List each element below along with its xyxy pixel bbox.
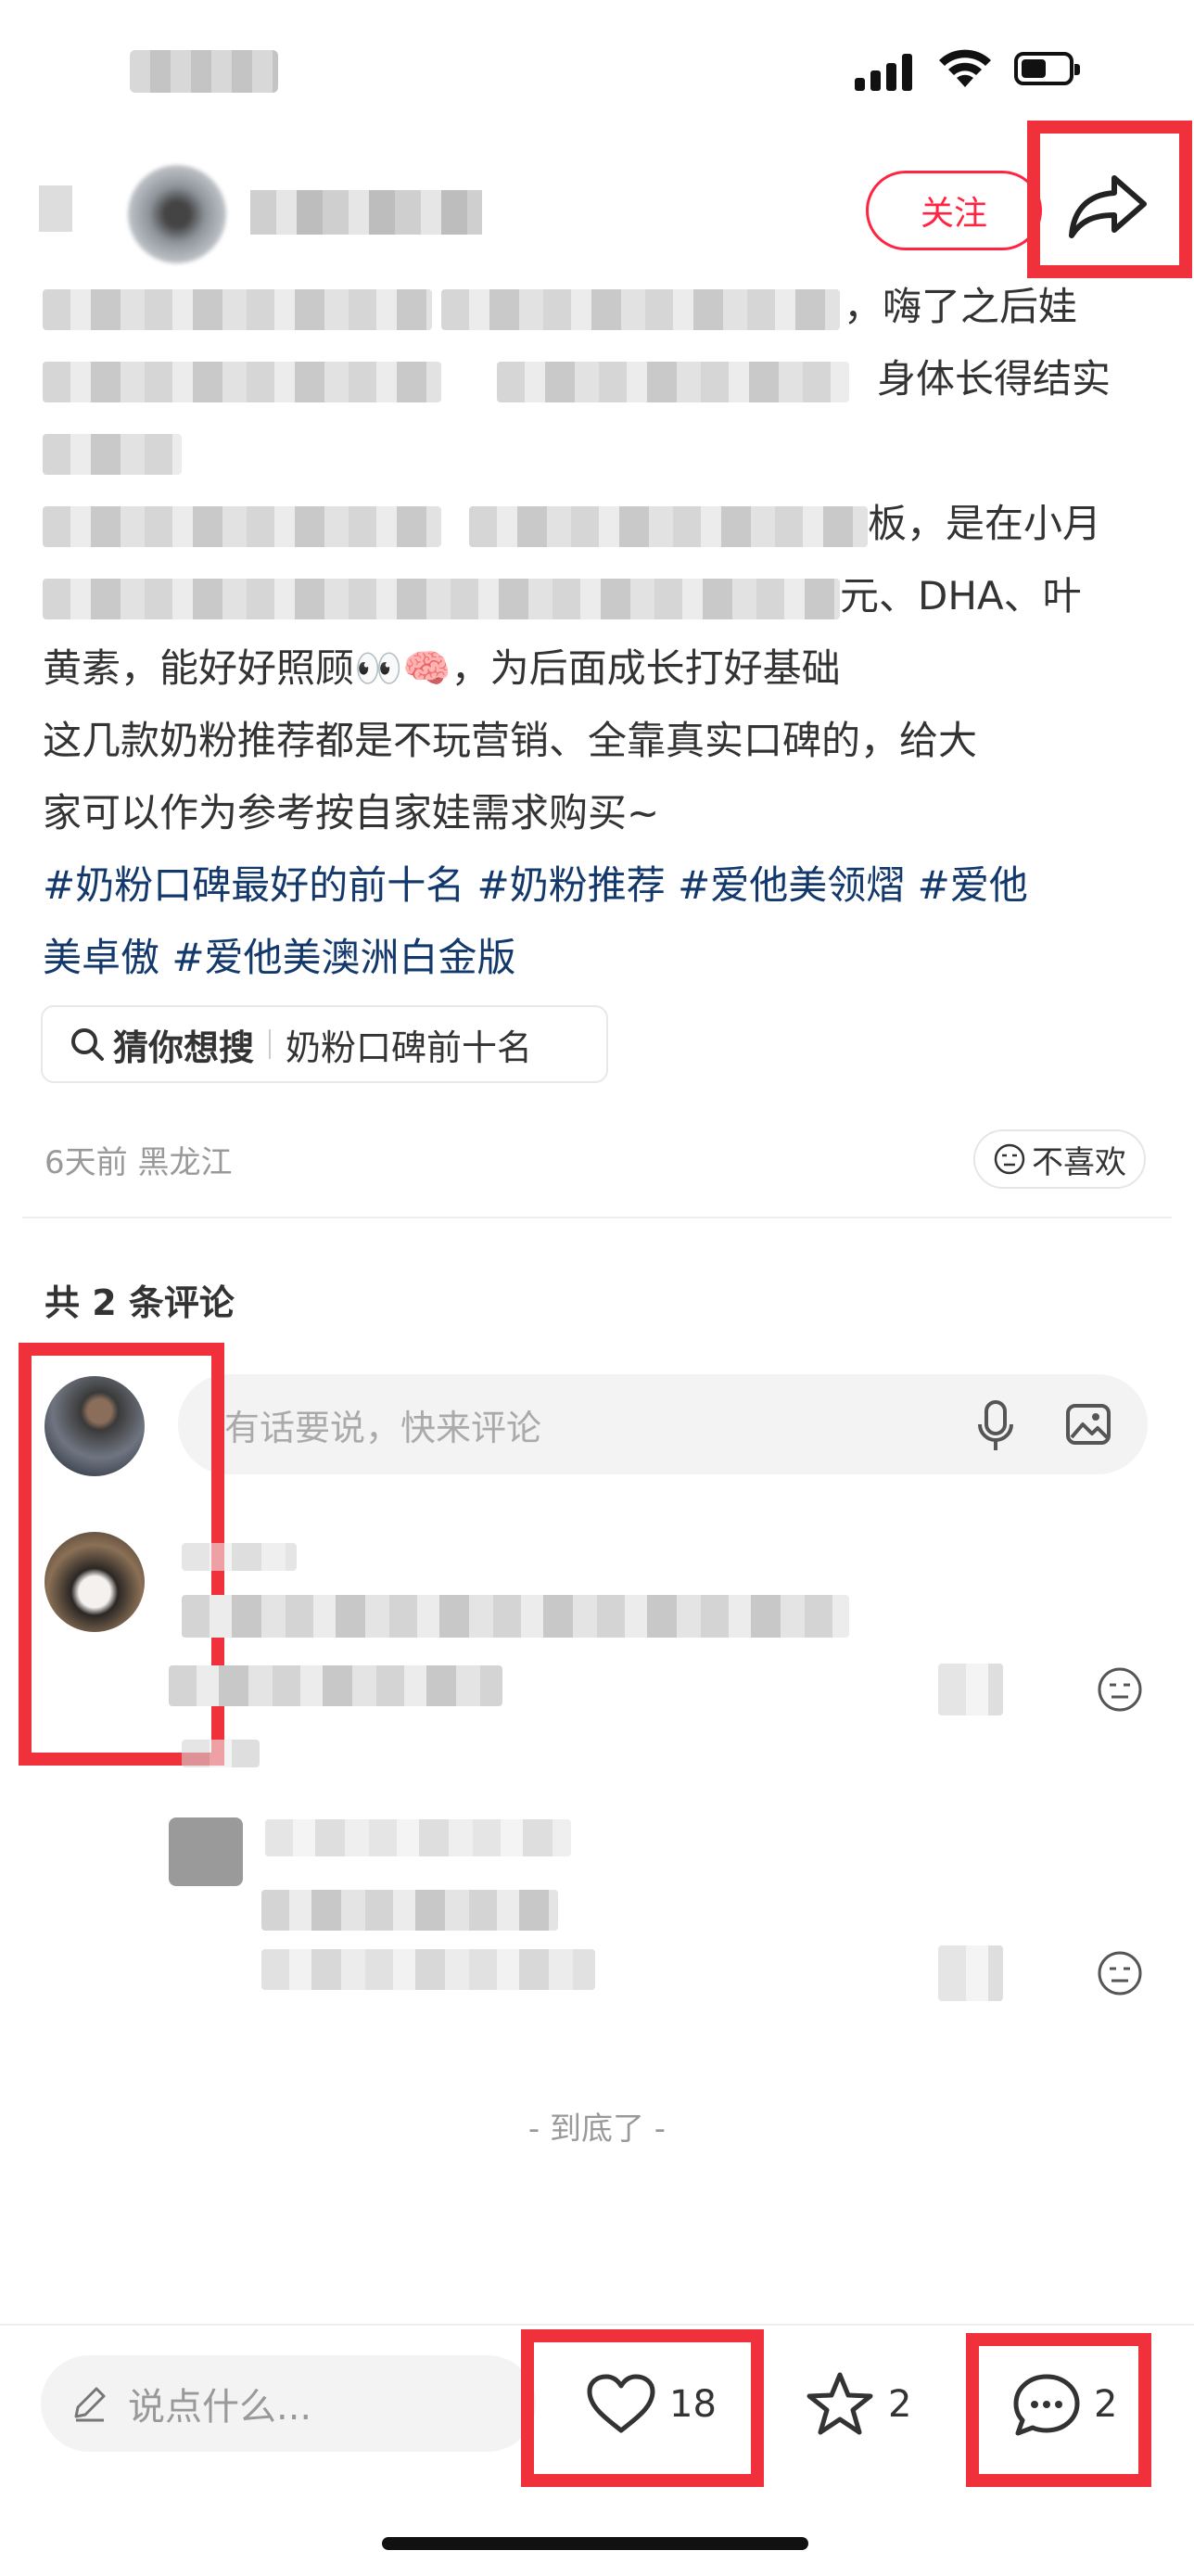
comment-like-blurred[interactable] [938,1664,1003,1715]
post-line: 家可以作为参考按自家娃需求购买~ [43,790,660,835]
end-of-list-label: - 到底了 - [527,2111,667,2148]
pencil-icon [74,2387,106,2422]
suggest-label: 猜你想搜 [113,1027,255,1068]
microphone-icon[interactable] [975,1398,1016,1454]
suggest-search-chip[interactable]: 猜你想搜 奶粉口碑前十名 [41,1005,608,1083]
reply-text-blurred [261,1890,558,1931]
comment-bubble-icon [1013,2374,1080,2436]
say-something-input[interactable]: 说点什么... [41,2355,536,2452]
cellular-signal-icon [855,48,920,91]
wifi-icon [939,49,991,87]
eyes-brain-emoji: 👀🧠 [354,645,451,691]
comment-text-blurred [182,1595,849,1638]
comment-count-heading: 共 2 条评论 [44,1282,235,1323]
star-icon [807,2372,873,2435]
collect-button[interactable]: 2 [805,2365,911,2444]
post-line: 元、DHA、叶 [43,560,1155,632]
post-line: 身体长得结实 [43,343,1155,415]
say-placeholder: 说点什么... [128,2386,312,2429]
share-icon[interactable] [1066,169,1150,243]
comment-meta-blurred [169,1665,502,1706]
like-button[interactable]: 18 [586,2365,717,2444]
hashtag-line[interactable]: #奶粉口碑最好的前十名 #奶粉推荐 #爱他美领熠 #爱他 [43,849,1155,922]
suggest-query: 奶粉口碑前十名 [286,1027,533,1068]
post-line: ，嗨了之后娃 [43,271,1155,343]
neutral-face-icon [994,1143,1025,1175]
hashtag-line[interactable]: 美卓傲 #爱他美澳洲白金版 [43,922,1155,994]
author-name-blurred[interactable] [250,190,482,235]
post-line: 这几款奶粉推荐都是不玩营销、全靠真实口碑的，给大 [43,718,978,763]
neutral-face-icon[interactable] [1096,1949,1144,1997]
comment-count: 2 [1094,2383,1118,2426]
bottom-bar-divider [0,2324,1194,2326]
image-icon[interactable] [1064,1400,1112,1448]
star-count: 2 [888,2383,912,2426]
reply-author-blurred[interactable] [265,1819,571,1856]
dislike-button[interactable]: 不喜欢 [973,1129,1146,1189]
reply-like-blurred[interactable] [938,1945,1003,2001]
comment-button[interactable]: 2 [1010,2365,1117,2444]
comment-reply-blurred [182,1740,260,1767]
back-button-blurred[interactable] [39,185,72,232]
comment-author-blurred[interactable] [182,1543,297,1571]
author-avatar[interactable] [128,165,226,263]
post-content: ，嗨了之后娃 身体长得结实 板，是在小月 元、DHA、叶 黄素，能好好照顾👀🧠，… [43,271,1155,994]
follow-button[interactable]: 关注 [866,171,1042,250]
reply-avatar-blurred[interactable] [169,1817,243,1886]
post-line: 板，是在小月 [43,488,1155,560]
post-date-location: 6天前 黑龙江 [44,1144,233,1181]
divider [269,1029,272,1059]
section-divider [22,1217,1172,1218]
home-indicator [382,2537,808,2550]
dislike-label: 不喜欢 [1032,1143,1126,1181]
neutral-face-icon[interactable] [1096,1665,1144,1714]
post-line: 黄素，能好好照顾👀🧠，为后面成长打好基础 [43,645,841,691]
status-time-blurred [130,50,278,93]
search-icon [71,1028,104,1061]
battery-icon [1014,52,1080,85]
post-line [43,415,1155,488]
reply-meta-blurred [261,1949,595,1990]
like-count: 18 [669,2383,717,2426]
heart-icon [587,2374,655,2433]
